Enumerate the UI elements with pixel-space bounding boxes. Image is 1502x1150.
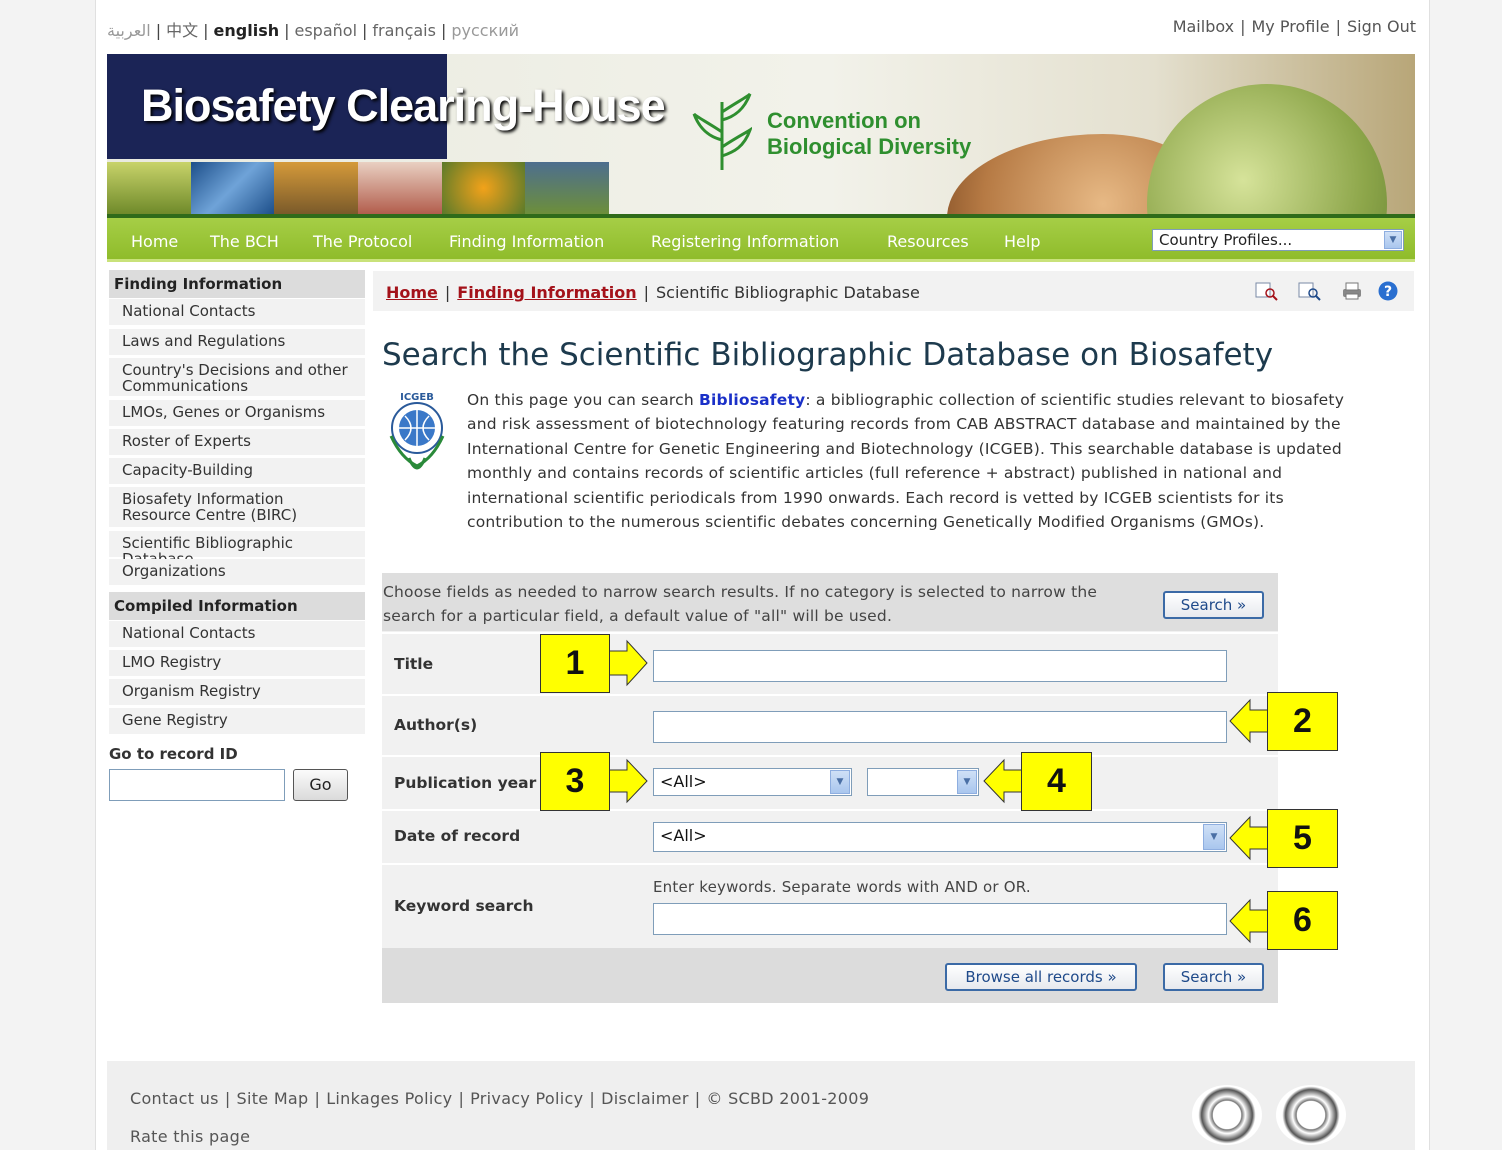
author-input[interactable] (653, 711, 1227, 743)
lang-english: english (213, 21, 280, 40)
help-icon[interactable]: ? (1376, 281, 1400, 301)
row-divider (382, 863, 1278, 865)
zoom-out-icon[interactable] (1298, 281, 1322, 301)
sidebar-item-capacity-building[interactable]: Capacity-Building (109, 458, 365, 486)
sidebar-item-birc[interactable]: Biosafety Information Resource Centre (B… (109, 487, 365, 529)
intro-paragraph: On this page you can search Bibliosafety… (467, 391, 1345, 532)
callout-3: 3 (540, 752, 610, 811)
breadcrumb-current: Scientific Bibliographic Database (656, 283, 920, 302)
sidebar-item-laws-regulations[interactable]: Laws and Regulations (109, 329, 365, 357)
callout-5: 5 (1267, 809, 1338, 868)
date-of-record-label: Date of record (394, 827, 521, 845)
nav-help[interactable]: Help (1004, 232, 1040, 251)
footer-contact-us[interactable]: Contact us (130, 1089, 219, 1108)
svg-text:?: ? (1384, 284, 1392, 300)
chevron-down-icon: ▼ (1203, 824, 1225, 850)
row-divider (382, 694, 1278, 696)
zoom-in-icon[interactable] (1255, 281, 1279, 301)
publication-year-to-select[interactable]: ▼ (867, 768, 979, 796)
nav-registering-information[interactable]: Registering Information (651, 232, 839, 251)
search-instructions: Choose fields as needed to narrow search… (383, 583, 1098, 625)
sign-out-link[interactable]: Sign Out (1347, 17, 1416, 36)
footer-site-map[interactable]: Site Map (237, 1089, 309, 1108)
sidebar-item-roster-experts[interactable]: Roster of Experts (109, 429, 365, 457)
sidebar-item-organism-registry[interactable]: Organism Registry (109, 679, 365, 707)
keyword-search-label: Keyword search (394, 897, 534, 915)
page-title: Search the Scientific Bibliographic Data… (382, 337, 1274, 373)
keyword-hint: Enter keywords. Separate words with AND … (653, 878, 1031, 896)
un-emblem-icon (1276, 1085, 1346, 1145)
country-profiles-select[interactable]: Country Profiles... ▼ (1152, 229, 1404, 251)
site-banner: Biosafety Clearing-House Convention on B… (107, 54, 1415, 214)
nav-home[interactable]: Home (131, 232, 178, 251)
row-divider (382, 809, 1278, 811)
footer-disclaimer[interactable]: Disclaimer (601, 1089, 689, 1108)
footer-linkages-policy[interactable]: Linkages Policy (326, 1089, 452, 1108)
nav-the-protocol[interactable]: The Protocol (313, 232, 412, 251)
nav-resources[interactable]: Resources (887, 232, 969, 251)
nav-finding-information[interactable]: Finding Information (449, 232, 604, 251)
breadcrumb: Home | Finding Information | Scientific Bibl… (386, 283, 920, 302)
sidebar-item-scientific-bibliographic-database[interactable]: Scientific Bibliographic Database (109, 531, 365, 567)
keyword-input[interactable] (653, 903, 1227, 935)
sidebar-item-compiled-national-contacts[interactable]: National Contacts (109, 621, 365, 649)
breadcrumb-home[interactable]: Home (386, 283, 438, 302)
row-divider (382, 632, 1278, 634)
chevron-down-icon: ▼ (957, 770, 977, 794)
my-profile-link[interactable]: My Profile (1252, 17, 1330, 36)
go-button[interactable]: Go (293, 769, 348, 801)
sidebar-compiled-header: Compiled Information (109, 592, 365, 620)
icgeb-logo: ICGEB (381, 388, 453, 478)
chevron-down-icon: ▼ (1384, 231, 1402, 249)
record-id-input[interactable] (109, 769, 285, 801)
sidebar-item-country-decisions[interactable]: Country's Decisions and other Communicat… (109, 358, 365, 398)
publication-year-from-select[interactable]: <All> ▼ (653, 768, 852, 796)
sidebar-item-lmo-registry[interactable]: LMO Registry (109, 650, 365, 678)
publication-year-label: Publication year (394, 774, 537, 792)
callout-1: 1 (540, 634, 610, 693)
chevron-down-icon: ▼ (830, 770, 850, 794)
browse-all-records-button[interactable]: Browse all records » (945, 963, 1137, 991)
svg-text:ICGEB: ICGEB (400, 392, 434, 403)
footer-privacy-policy[interactable]: Privacy Policy (470, 1089, 583, 1108)
language-bar: العربية | 中文 | english | español | français | русс… (107, 21, 520, 40)
nav-the-bch[interactable]: The BCH (210, 232, 279, 251)
sidebar-item-gene-registry[interactable]: Gene Registry (109, 708, 365, 736)
banner-photo-strip (107, 162, 610, 214)
sidebar-item-organizations[interactable]: Organizations (109, 559, 365, 587)
footer-links: Contact us | Site Map | Linkages Policy | Priv… (130, 1089, 870, 1108)
author-label: Author(s) (394, 716, 478, 734)
sidebar-finding-header: Finding Information (109, 270, 365, 298)
breadcrumb-finding-information[interactable]: Finding Information (457, 283, 636, 302)
sidebar-item-national-contacts[interactable]: National Contacts (109, 299, 365, 327)
search-button-bottom[interactable]: Search » (1163, 963, 1264, 991)
title-input[interactable] (653, 650, 1227, 682)
search-button-top[interactable]: Search » (1163, 591, 1264, 619)
lang-russian[interactable]: русский (451, 21, 519, 40)
account-links: Mailbox | My Profile | Sign Out (1172, 17, 1416, 36)
goto-record-label: Go to record ID (109, 745, 238, 763)
callout-6: 6 (1267, 891, 1338, 950)
sidebar-item-lmos[interactable]: LMOs, Genes or Organisms (109, 400, 365, 428)
lang-chinese[interactable]: 中文 (166, 21, 198, 40)
callout-4: 4 (1021, 752, 1092, 811)
row-divider (382, 755, 1278, 757)
lang-arabic[interactable]: العربية (107, 21, 151, 40)
title-label: Title (394, 655, 434, 673)
unep-emblem-icon (1192, 1085, 1262, 1145)
cbd-leaf-icon (692, 92, 752, 170)
lang-spanish[interactable]: español (295, 21, 358, 40)
banner-globe-image (1147, 84, 1387, 214)
bibliosafety-link[interactable]: Bibliosafety (699, 391, 805, 409)
search-form-footer (382, 948, 1278, 1003)
site-title: Biosafety Clearing-House (141, 80, 666, 131)
print-icon[interactable] (1340, 281, 1364, 301)
rate-this-page-link[interactable]: Rate this page (130, 1127, 250, 1146)
date-of-record-select[interactable]: <All> ▼ (653, 822, 1227, 852)
footer-copyright: © SCBD 2001-2009 (706, 1089, 870, 1108)
callout-2: 2 (1267, 692, 1338, 751)
mailbox-link[interactable]: Mailbox (1173, 17, 1234, 36)
lang-french[interactable]: français (372, 21, 436, 40)
cbd-logo-text: Convention on Biological Diversity (767, 108, 972, 159)
